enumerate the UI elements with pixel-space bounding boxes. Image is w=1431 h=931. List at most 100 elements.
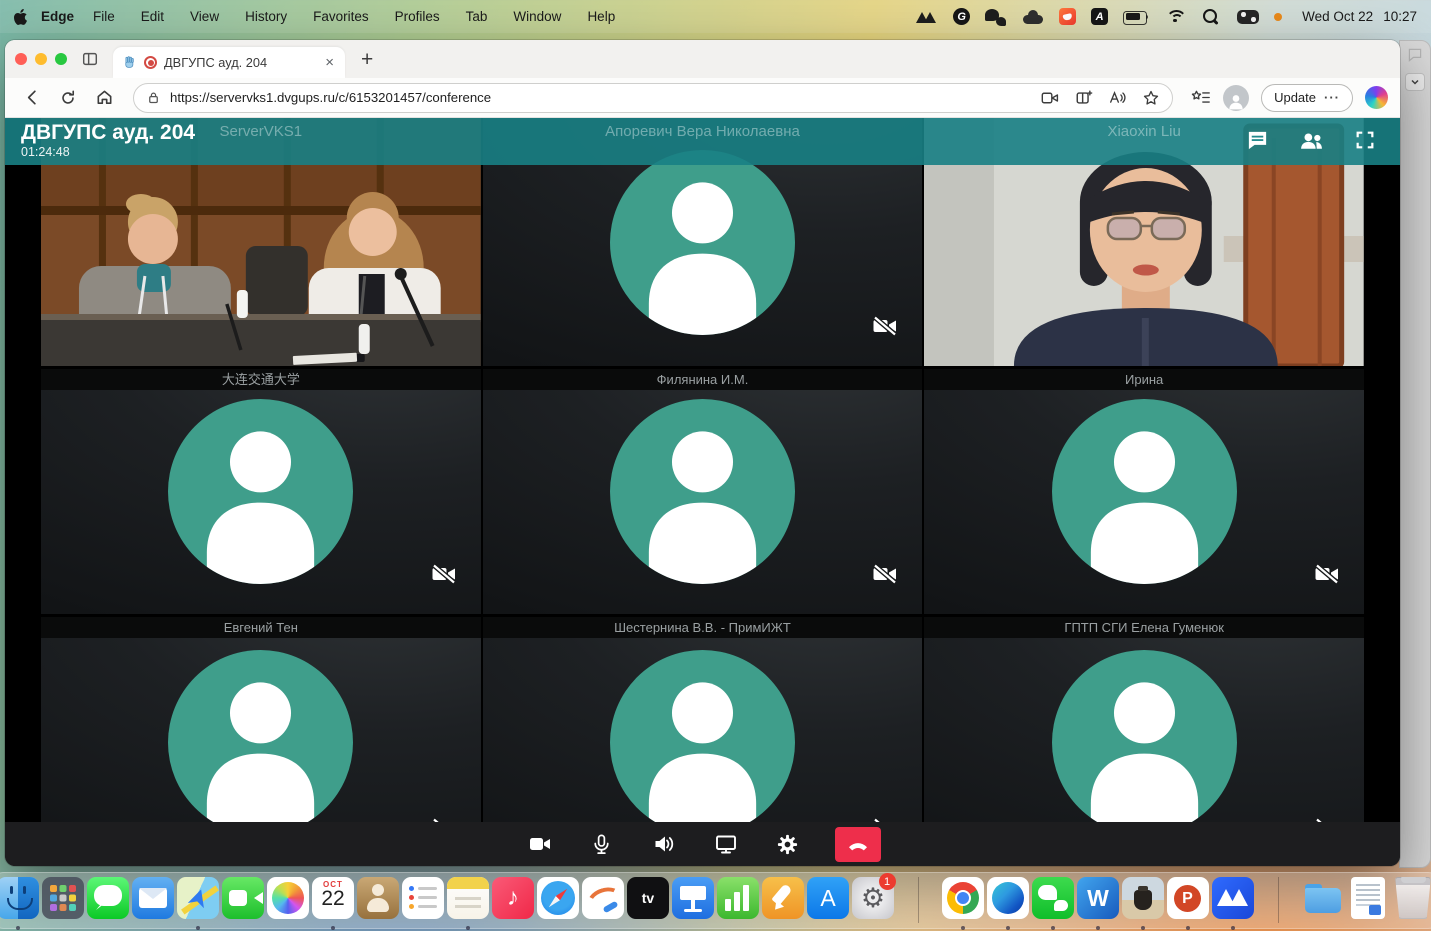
dock-item-appstore[interactable]: A	[806, 877, 851, 929]
menu-bar-date[interactable]: Wed Oct 22	[1302, 9, 1373, 24]
running-indicator	[1051, 926, 1055, 930]
home-button[interactable]	[89, 84, 119, 112]
url-text[interactable]: https://servervks1.dvgups.ru/c/615320145…	[170, 90, 1032, 105]
new-tab-button[interactable]: +	[361, 49, 373, 70]
mountain-app-icon[interactable]	[916, 8, 938, 26]
chevron-down-icon[interactable]	[1405, 73, 1425, 91]
menu-item[interactable]: View	[190, 9, 219, 24]
dock-item-[interactable]	[896, 877, 941, 929]
dock-item-freeform[interactable]	[581, 877, 626, 929]
dock-item-wechat[interactable]	[1031, 877, 1076, 929]
spotlight-icon[interactable]	[1200, 8, 1222, 26]
creative-app-icon[interactable]	[1059, 8, 1076, 25]
speaker-button[interactable]	[649, 829, 679, 859]
dock-item-photos[interactable]	[266, 877, 311, 929]
participant-tile[interactable]: Шестернина В.В. - ПримИЖТ	[483, 617, 923, 822]
more-options-icon[interactable]: ···	[1324, 90, 1340, 105]
apple-menu-icon[interactable]	[14, 9, 27, 25]
wechat-icon[interactable]	[985, 8, 1007, 26]
dock-item-lark[interactable]	[1211, 877, 1256, 929]
dock-item-maps[interactable]	[176, 877, 221, 929]
dock-item-preview[interactable]	[1121, 877, 1166, 929]
menu-item[interactable]: Edit	[141, 9, 164, 24]
dock-item-reminders[interactable]	[401, 877, 446, 929]
dock-item-keynote[interactable]	[671, 877, 716, 929]
favorite-star-icon[interactable]	[1142, 89, 1160, 107]
screen-record-dot-icon[interactable]	[1274, 8, 1283, 26]
zoom-window-button[interactable]	[55, 53, 67, 65]
wifi-icon[interactable]	[1165, 8, 1185, 26]
dock-item-messages[interactable]	[86, 877, 131, 929]
participant-name: Филянина И.М.	[483, 369, 923, 390]
menu-item[interactable]: Tab	[466, 9, 488, 24]
input-source-icon[interactable]: A	[1091, 8, 1108, 25]
participant-tile[interactable]: 大连交通大学	[41, 369, 481, 614]
menu-item[interactable]: History	[245, 9, 287, 24]
tab-overview-icon[interactable]	[81, 50, 99, 68]
dock-item-powerpoint[interactable]: P	[1166, 877, 1211, 929]
dock-item-notes[interactable]	[446, 877, 491, 929]
participant-name: Евгений Тен	[41, 617, 481, 638]
menu-item[interactable]: Window	[513, 9, 561, 24]
battery-icon[interactable]	[1123, 8, 1150, 26]
icloud-icon[interactable]	[1022, 8, 1044, 26]
menu-item[interactable]: Profiles	[395, 9, 440, 24]
participant-tile[interactable]: ГПТП СГИ Елена Гуменюк	[924, 617, 1364, 822]
camera-button[interactable]	[525, 829, 555, 859]
camera-off-icon	[872, 563, 898, 590]
menu-item[interactable]: Help	[587, 9, 615, 24]
tab-title: ДВГУПС ауд. 204	[164, 55, 316, 70]
active-app-name[interactable]: Edge	[41, 9, 74, 24]
minimize-window-button[interactable]	[35, 53, 47, 65]
dock-item-trash[interactable]	[1391, 877, 1431, 929]
dock-item-music[interactable]: ♪	[491, 877, 536, 929]
copilot-icon[interactable]	[1365, 86, 1388, 109]
running-indicator	[1096, 926, 1100, 930]
participant-tile[interactable]: Ирина	[924, 369, 1364, 614]
participant-tile[interactable]: Евгений Тен	[41, 617, 481, 822]
dock-item-appletv[interactable]: tv	[626, 877, 671, 929]
back-button[interactable]	[17, 84, 47, 112]
update-button[interactable]: Update ···	[1261, 84, 1353, 112]
screen-share-button[interactable]	[711, 829, 741, 859]
participant-tile[interactable]: Филянина И.М.	[483, 369, 923, 614]
collections-icon[interactable]	[1191, 89, 1211, 106]
dock-item-numbers[interactable]	[716, 877, 761, 929]
close-tab-icon[interactable]: ×	[323, 55, 336, 70]
dock-item-edge[interactable]	[986, 877, 1031, 929]
reload-button[interactable]	[53, 84, 83, 112]
browser-tab[interactable]: ДВГУПС ауд. 204 ×	[113, 47, 345, 78]
menu-item[interactable]: Favorites	[313, 9, 369, 24]
address-bar[interactable]: https://servervks1.dvgups.ru/c/615320145…	[133, 83, 1173, 113]
hang-up-button[interactable]	[835, 827, 881, 862]
grammarly-icon[interactable]: G	[953, 8, 970, 25]
running-indicator	[961, 926, 965, 930]
dock-item-document[interactable]	[1346, 877, 1391, 929]
dock-item-word[interactable]: W	[1076, 877, 1121, 929]
dock-item-pages[interactable]	[761, 877, 806, 929]
dock-item-settings[interactable]: ⚙ 1	[851, 877, 896, 929]
split-screen-icon[interactable]	[1075, 89, 1093, 107]
control-center-icon[interactable]	[1237, 8, 1259, 26]
profile-avatar[interactable]	[1223, 85, 1249, 111]
dock-item-folder[interactable]	[1301, 877, 1346, 929]
close-window-button[interactable]	[15, 53, 27, 65]
dock-item-contacts[interactable]	[356, 877, 401, 929]
avatar	[924, 369, 1364, 614]
dock-item-calendar[interactable]: OCT 22	[311, 877, 356, 929]
menu-item[interactable]: File	[93, 9, 115, 24]
dock-item-[interactable]	[1256, 877, 1301, 929]
dock-item-facetime[interactable]	[221, 877, 266, 929]
participant-name: ServerVKS1	[41, 123, 481, 140]
settings-button[interactable]	[773, 829, 803, 859]
web-capture-video-icon[interactable]	[1041, 90, 1060, 106]
dock-item-finder[interactable]	[0, 877, 41, 929]
read-aloud-icon[interactable]	[1108, 89, 1127, 106]
dock-item-launchpad[interactable]	[41, 877, 86, 929]
dock-item-chrome[interactable]	[941, 877, 986, 929]
running-indicator	[1141, 926, 1145, 930]
microphone-button[interactable]	[587, 829, 617, 859]
dock-item-safari[interactable]	[536, 877, 581, 929]
dock-item-mail[interactable]	[131, 877, 176, 929]
background-window-edge	[1399, 40, 1431, 868]
